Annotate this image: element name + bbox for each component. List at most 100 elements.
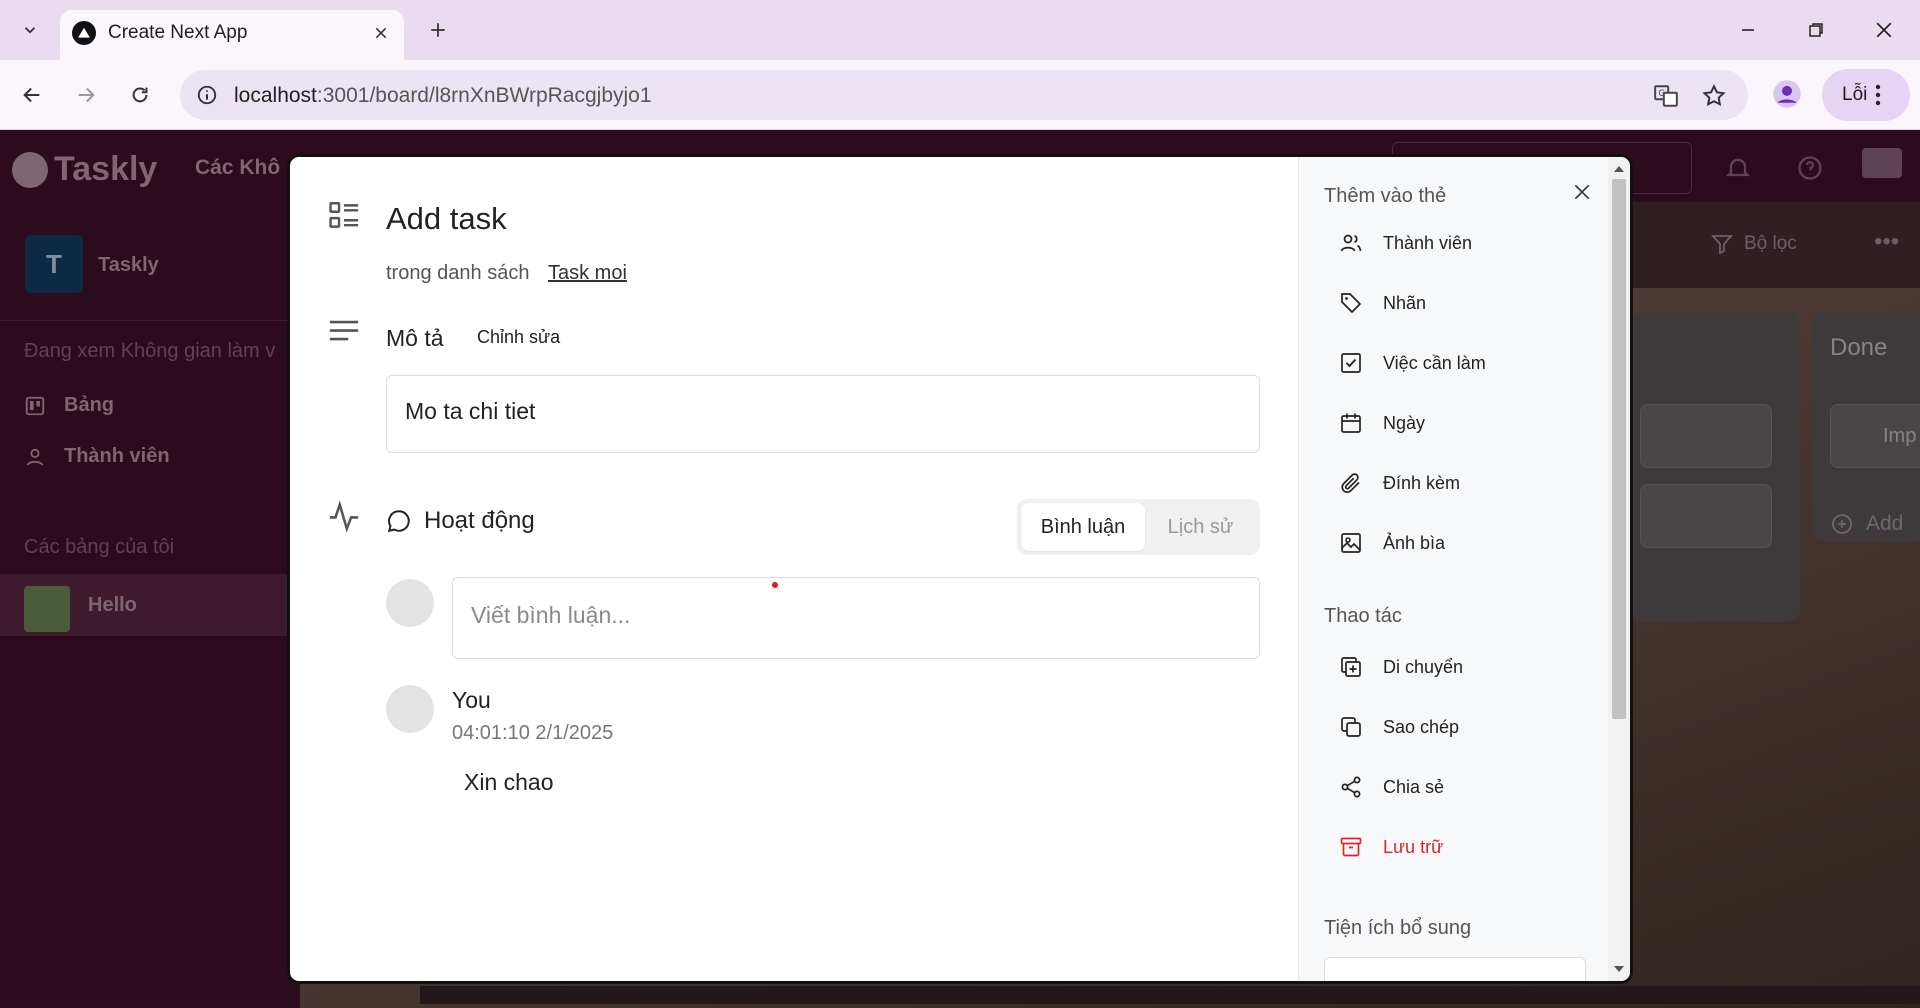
- power-up-button[interactable]: [1324, 957, 1586, 981]
- side-item-label: Ngày: [1383, 412, 1426, 433]
- workspaces-nav[interactable]: Các Khô: [195, 156, 280, 180]
- close-window-button[interactable]: [1856, 8, 1912, 52]
- side-item-checklist[interactable]: Việc cần làm: [1327, 341, 1577, 385]
- profile-button[interactable]: [1769, 76, 1805, 112]
- tab-close-button[interactable]: [366, 18, 396, 48]
- add-to-card-heading: Thêm vào thẻ: [1324, 185, 1447, 207]
- user-avatar[interactable]: [1862, 148, 1902, 178]
- tab-title: Create Next App: [108, 22, 248, 43]
- bookmark-star-icon[interactable]: [1698, 80, 1730, 112]
- card[interactable]: Imp: [1830, 404, 1920, 468]
- list-link[interactable]: Task moi: [548, 262, 627, 285]
- modal-close-button[interactable]: [1567, 177, 1597, 207]
- description-label: Mô tả: [386, 325, 444, 351]
- share-icon: [1341, 776, 1361, 798]
- restore-button[interactable]: [1788, 8, 1844, 52]
- users-icon: [1340, 234, 1362, 252]
- tab-search-button[interactable]: [12, 12, 48, 48]
- brand-name: Taskly: [54, 150, 158, 188]
- add-card-button[interactable]: Add: [1830, 512, 1903, 536]
- comment-text: Xin chao: [464, 769, 554, 795]
- url-path: :3001/board/l8rnXnBWrpRacgjbyjo1: [316, 84, 652, 107]
- plus-circle-icon: [1832, 514, 1852, 534]
- new-tab-button[interactable]: [420, 12, 456, 48]
- description-icon: [329, 320, 359, 341]
- arrow-left-icon: [23, 87, 40, 103]
- extras-heading: Tiện ích bổ sung: [1324, 917, 1472, 939]
- logo-mark-icon: [12, 151, 48, 188]
- side-item-copy[interactable]: Sao chép: [1327, 705, 1577, 749]
- card-detail-modal: Add task trong danh sách Task moi Mô tả …: [287, 154, 1633, 984]
- side-item-labels[interactable]: Nhãn: [1327, 281, 1577, 325]
- help-icon[interactable]: [1796, 154, 1824, 182]
- sidebar-item-members[interactable]: Thành viên: [24, 445, 170, 468]
- back-button[interactable]: [14, 77, 50, 113]
- forward-button[interactable]: [68, 77, 104, 113]
- translate-icon[interactable]: G: [1650, 80, 1682, 112]
- browser-tab[interactable]: Create Next App: [60, 10, 404, 60]
- app-logo[interactable]: Taskly: [12, 150, 157, 189]
- arrow-right-icon: [78, 87, 95, 103]
- board-icon: [25, 396, 45, 415]
- workspace-name[interactable]: Taskly: [98, 254, 159, 277]
- scroll-up-icon[interactable]: [1613, 163, 1625, 175]
- sidebar-item-boards[interactable]: Bảng: [24, 394, 114, 417]
- side-item-share[interactable]: Chia sẻ: [1327, 765, 1577, 809]
- close-icon: [375, 27, 387, 39]
- tab-comments[interactable]: Bình luận: [1021, 503, 1145, 551]
- side-item-move[interactable]: Di chuyển: [1327, 645, 1577, 689]
- actions-heading: Thao tác: [1324, 605, 1402, 627]
- side-item-label: Nhãn: [1383, 292, 1427, 313]
- comment-timestamp: 04:01:10 2/1/2025: [452, 722, 614, 744]
- minimize-icon: [1742, 29, 1754, 31]
- tag-icon: [1341, 293, 1362, 314]
- sidebar-item-label: Thành viên: [64, 445, 170, 467]
- add-card-label: Add: [1866, 512, 1904, 535]
- comment-input[interactable]: Viết bình luận...: [452, 577, 1260, 659]
- card-details-icon: [329, 202, 359, 228]
- filter-button[interactable]: Bộ lọc: [1710, 232, 1797, 256]
- side-item-archive[interactable]: Lưu trữ: [1327, 825, 1577, 869]
- comment-author: You: [452, 687, 491, 713]
- task-title[interactable]: Add task: [386, 201, 507, 237]
- plus-icon: [431, 23, 445, 37]
- side-item-label: Ảnh bìa: [1383, 532, 1446, 553]
- bell-icon[interactable]: [1724, 154, 1752, 182]
- description-box[interactable]: Mo ta chi tiet: [386, 375, 1260, 453]
- scroll-thumb[interactable]: [1612, 179, 1626, 719]
- card[interactable]: [1640, 404, 1772, 468]
- board-horizontal-scrollbar[interactable]: [420, 986, 1920, 1004]
- svg-text:G: G: [1658, 89, 1665, 99]
- side-item-cover[interactable]: Ảnh bìa: [1327, 521, 1577, 565]
- message-circle-icon: [387, 510, 410, 533]
- side-item-label: Di chuyển: [1383, 656, 1464, 677]
- more-icon[interactable]: •••: [1874, 228, 1899, 256]
- activity-label: Hoạt động: [424, 507, 535, 534]
- site-info-icon[interactable]: [194, 82, 220, 108]
- board-name: Hello: [88, 594, 137, 616]
- reload-button[interactable]: [122, 77, 158, 113]
- tab-history[interactable]: Lịch sử: [1145, 503, 1256, 551]
- side-item-attachment[interactable]: Đính kèm: [1327, 461, 1577, 505]
- sidebar: T Taskly Đang xem Không gian làm v Bảng …: [0, 202, 300, 1008]
- address-bar[interactable]: localhost:3001/board/l8rnXnBWrpRacgjbyjo…: [180, 70, 1748, 120]
- modal-scrollbar[interactable]: [1608, 157, 1630, 981]
- list-column: [1630, 312, 1800, 622]
- side-item-members[interactable]: Thành viên: [1327, 221, 1577, 265]
- side-item-dates[interactable]: Ngày: [1327, 401, 1577, 445]
- modal-main: Add task trong danh sách Task moi Mô tả …: [290, 157, 1298, 981]
- sidebar-note: Đang xem Không gian làm v: [24, 340, 276, 362]
- minimize-button[interactable]: [1720, 8, 1776, 52]
- side-item-label: Việc cần làm: [1383, 352, 1486, 373]
- edit-description-button[interactable]: Chỉnh sửa: [469, 320, 568, 354]
- comment-author-avatar: [386, 685, 434, 733]
- sidebar-divider: [0, 320, 300, 321]
- kebab-menu-icon: [1876, 84, 1881, 106]
- chevron-down-icon: [24, 27, 36, 34]
- scroll-down-icon[interactable]: [1613, 963, 1625, 975]
- current-user-avatar: [386, 579, 434, 627]
- list-title[interactable]: Done: [1830, 334, 1887, 362]
- sidebar-board-item[interactable]: Hello: [0, 574, 300, 636]
- browser-error-menu-button[interactable]: Lỗi: [1822, 69, 1910, 121]
- card[interactable]: [1640, 484, 1772, 548]
